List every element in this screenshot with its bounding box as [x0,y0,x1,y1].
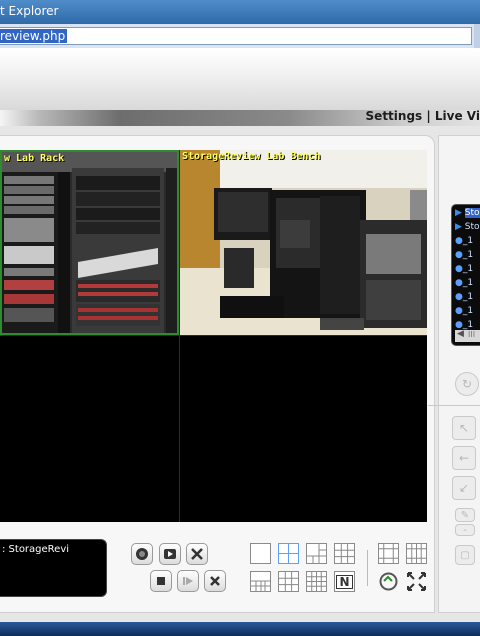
record-button[interactable] [131,543,153,565]
scroll-thumb[interactable]: III [468,330,475,339]
window-footer [0,622,480,636]
toolbar-separator [367,550,368,586]
address-url: review.php [0,29,68,43]
zoom-tool-button[interactable]: ✎ [455,508,475,522]
sequence-button[interactable] [378,571,399,592]
layout-3x3-button[interactable] [334,543,355,564]
layout-1plus5-button[interactable] [306,543,327,564]
layout-3x3-alt-button[interactable] [278,571,299,592]
channel-item[interactable]: ●_1 [455,250,473,260]
address-bar-edge [474,24,480,48]
ptz-down-left-button[interactable]: ↙ [452,476,476,500]
grid-divider-v [179,150,180,522]
layout-1plus7-button[interactable] [250,571,271,592]
channel-item[interactable]: ▶ Sto [455,208,480,218]
ptz-left-button[interactable]: ← [452,446,476,470]
grid-3x3-alt-icon [279,572,298,591]
channel-item[interactable]: ●_1 [455,292,473,302]
window-title-bar: t Explorer [0,0,480,24]
layout-1x1-button[interactable] [250,543,271,564]
layout-custom-button[interactable] [378,543,399,564]
video-grid: w Lab Rack StorageReview Lab Bench [0,150,427,522]
tools-icon [191,548,203,560]
refresh-button[interactable]: ↻ [455,372,479,396]
layout-2x2-button[interactable] [278,543,299,564]
grid-wide-icon [407,544,426,563]
camera-info-text: : StorageRevi [2,544,70,555]
panel-divider [428,405,480,406]
fullscreen-button[interactable] [406,571,427,592]
grid-divider-h [0,335,427,336]
grid-2x2-icon [279,544,298,563]
grid-1plus7-icon [251,580,270,591]
channel-item[interactable]: ▶ Sto [455,222,480,232]
zoom-fit-button[interactable]: ▢ [455,545,475,565]
layout-4x4-button[interactable] [306,571,327,592]
close-button[interactable] [204,570,226,592]
channel-list-scrollbar[interactable]: ◀ III [455,329,480,342]
page-header [0,48,480,110]
record-icon [136,548,148,560]
address-input[interactable]: review.php [0,27,472,45]
top-nav-links[interactable]: Settings | Live Vi [366,109,480,123]
channel-item[interactable]: ●_1 [455,306,473,316]
playback-icon [164,549,176,559]
camera-tile-rack[interactable]: w Lab Rack [0,150,179,335]
camera-tile-empty-2[interactable] [180,336,427,522]
bench-image [180,150,427,335]
stop-icon [157,577,165,585]
channel-list[interactable]: ▶ Sto ▶ Sto ●_1 ●_1 ●_1 ●_1 ●_1 ●_1 ●_1 [451,204,480,346]
layout-n-button[interactable]: N [334,571,355,592]
step-forward-button[interactable] [177,570,199,592]
layout-wide-button[interactable] [406,543,427,564]
close-icon [210,576,220,586]
layout-n-label: N [336,574,353,589]
camera-label: StorageReview Lab Bench [182,151,321,162]
playback-button[interactable] [159,543,181,565]
fullscreen-icon [407,572,426,591]
channel-item[interactable]: ●_1 [455,264,473,274]
camera-label: w Lab Rack [4,153,65,164]
zoom-minus-button[interactable]: - [455,524,475,536]
grid-4x4-icon [307,572,326,591]
grid-3x3-icon [335,544,354,563]
grid-1plus5-icon [307,544,326,563]
sequence-icon [379,572,398,591]
stop-button[interactable] [150,570,172,592]
camera-tile-empty-1[interactable] [0,336,179,522]
channel-item[interactable]: ●_1 [455,236,473,246]
camera-info-box: : StorageRevi [0,539,107,597]
scroll-left-arrow[interactable]: ◀ [457,329,464,339]
window-title: t Explorer [0,4,59,18]
channel-item[interactable]: ●_1 [455,278,473,288]
ptz-up-left-button[interactable]: ↖ [452,416,476,440]
camera-tile-bench[interactable]: StorageReview Lab Bench [180,150,427,335]
step-forward-icon [183,577,193,585]
grid-custom-icon [379,544,398,563]
tools-button[interactable] [186,543,208,565]
rack-image [2,152,177,333]
